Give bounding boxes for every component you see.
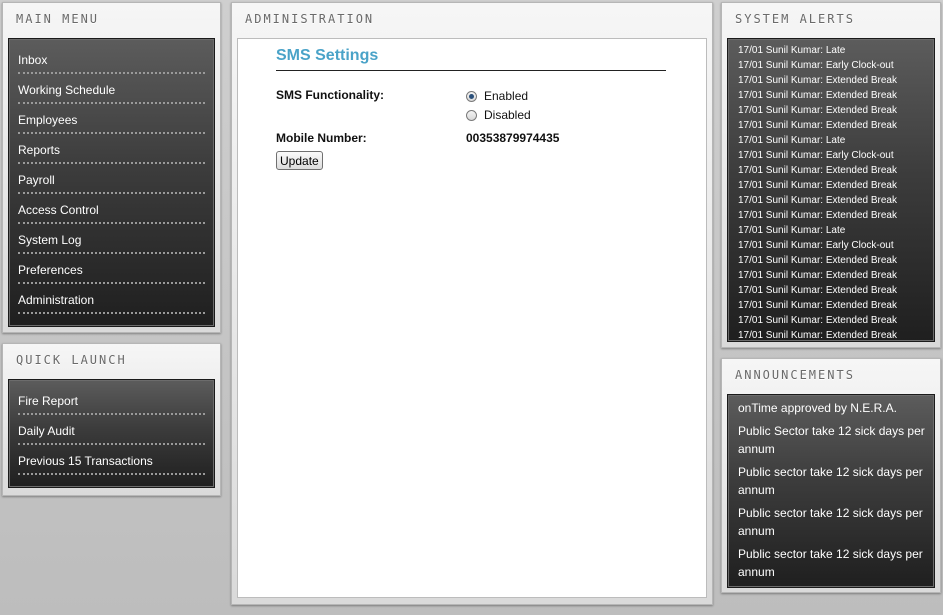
announcement-item[interactable]: Public Sector take 12 sick days per annu…	[738, 422, 926, 458]
alert-item[interactable]: 17/01 Sunil Kumar: Early Clock-out	[738, 148, 930, 163]
alert-item[interactable]: 17/01 Sunil Kumar: Extended Break	[738, 298, 930, 313]
menu-item-payroll[interactable]: Payroll	[18, 164, 205, 194]
alert-item[interactable]: 17/01 Sunil Kumar: Extended Break	[738, 103, 930, 118]
sms-disabled-label: Disabled	[484, 108, 531, 122]
alert-item[interactable]: 17/01 Sunil Kumar: Early Clock-out	[738, 238, 930, 253]
mobile-number-label: Mobile Number:	[276, 131, 367, 145]
main-menu-box: Inbox Working Schedule Employees Reports…	[8, 38, 215, 327]
alert-item[interactable]: 17/01 Sunil Kumar: Extended Break	[738, 208, 930, 223]
alert-item[interactable]: 17/01 Sunil Kumar: Early Clock-out	[738, 58, 930, 73]
main-menu-list: Inbox Working Schedule Employees Reports…	[18, 44, 205, 314]
announcements-panel: ANNOUNCEMENTS onTime approved by N.E.R.A…	[721, 358, 941, 593]
sms-settings-heading: SMS Settings	[276, 47, 379, 64]
main-menu-panel: MAIN MENU Inbox Working Schedule Employe…	[2, 2, 221, 333]
sms-functionality-label: SMS Functionality:	[276, 88, 384, 102]
menu-item-working-schedule[interactable]: Working Schedule	[18, 74, 205, 104]
alert-item[interactable]: 17/01 Sunil Kumar: Extended Break	[738, 73, 930, 88]
system-alerts-panel: SYSTEM ALERTS 17/01 Sunil Kumar: Late 17…	[721, 2, 941, 348]
sms-disabled-option[interactable]: Disabled	[466, 107, 531, 123]
update-button[interactable]: Update	[276, 151, 323, 170]
alert-item[interactable]: 17/01 Sunil Kumar: Extended Break	[738, 253, 930, 268]
alert-item[interactable]: 17/01 Sunil Kumar: Extended Break	[738, 163, 930, 178]
alert-item[interactable]: 17/01 Sunil Kumar: Extended Break	[738, 193, 930, 208]
sms-enabled-radio[interactable]	[466, 90, 477, 102]
quick-launch-list: Fire Report Daily Audit Previous 15 Tran…	[18, 385, 205, 475]
menu-item-employees[interactable]: Employees	[18, 104, 205, 134]
alert-item[interactable]: 17/01 Sunil Kumar: Extended Break	[738, 88, 930, 103]
system-alerts-title: SYSTEM ALERTS	[735, 12, 855, 26]
sms-disabled-radio[interactable]	[466, 109, 477, 121]
announcement-item[interactable]: Public sector take 12 sick days per annu…	[738, 545, 926, 581]
sms-settings-divider	[276, 70, 666, 71]
mobile-number-value: 00353879974435	[466, 131, 560, 145]
menu-item-access-control[interactable]: Access Control	[18, 194, 205, 224]
announcements-list: onTime approved by N.E.R.A. Public Secto…	[738, 399, 926, 586]
alert-item[interactable]: 17/01 Sunil Kumar: Extended Break	[738, 328, 930, 341]
administration-panel: ADMINISTRATION SMS Settings SMS Function…	[231, 2, 713, 605]
announcement-item[interactable]: Public sector take 12 sick days per annu…	[738, 504, 926, 540]
announcements-box: onTime approved by N.E.R.A. Public Secto…	[727, 394, 935, 588]
menu-item-system-log[interactable]: System Log	[18, 224, 205, 254]
quick-launch-item-previous-15-transactions[interactable]: Previous 15 Transactions	[18, 445, 205, 475]
menu-item-administration[interactable]: Administration	[18, 284, 205, 314]
menu-item-inbox[interactable]: Inbox	[18, 44, 205, 74]
administration-title: ADMINISTRATION	[245, 12, 375, 26]
alert-item[interactable]: 17/01 Sunil Kumar: Extended Break	[738, 178, 930, 193]
menu-item-reports[interactable]: Reports	[18, 134, 205, 164]
quick-launch-panel: QUICK LAUNCH Fire Report Daily Audit Pre…	[2, 343, 221, 496]
sms-enabled-label: Enabled	[484, 89, 529, 103]
main-menu-title: MAIN MENU	[16, 12, 100, 26]
alert-item[interactable]: 17/01 Sunil Kumar: Extended Break	[738, 268, 930, 283]
alert-item[interactable]: 17/01 Sunil Kumar: Late	[738, 133, 930, 148]
announcements-title: ANNOUNCEMENTS	[735, 368, 855, 382]
administration-content: SMS Settings SMS Functionality: Enabled …	[237, 38, 707, 598]
quick-launch-item-fire-report[interactable]: Fire Report	[18, 385, 205, 415]
alert-item[interactable]: 17/01 Sunil Kumar: Late	[738, 223, 930, 238]
quick-launch-box: Fire Report Daily Audit Previous 15 Tran…	[8, 379, 215, 488]
alert-item[interactable]: 17/01 Sunil Kumar: Extended Break	[738, 118, 930, 133]
alert-item[interactable]: 17/01 Sunil Kumar: Extended Break	[738, 313, 930, 328]
quick-launch-title: QUICK LAUNCH	[16, 353, 127, 367]
announcement-item[interactable]: onTime approved by N.E.R.A.	[738, 399, 926, 417]
alert-item[interactable]: 17/01 Sunil Kumar: Late	[738, 43, 930, 58]
menu-item-preferences[interactable]: Preferences	[18, 254, 205, 284]
system-alerts-list: 17/01 Sunil Kumar: Late 17/01 Sunil Kuma…	[738, 43, 930, 341]
alert-item[interactable]: 17/01 Sunil Kumar: Extended Break	[738, 283, 930, 298]
quick-launch-item-daily-audit[interactable]: Daily Audit	[18, 415, 205, 445]
system-alerts-box: 17/01 Sunil Kumar: Late 17/01 Sunil Kuma…	[727, 38, 935, 342]
announcement-item[interactable]: Public sector take 12 sick days per annu…	[738, 463, 926, 499]
sms-enabled-option[interactable]: Enabled	[466, 88, 528, 104]
